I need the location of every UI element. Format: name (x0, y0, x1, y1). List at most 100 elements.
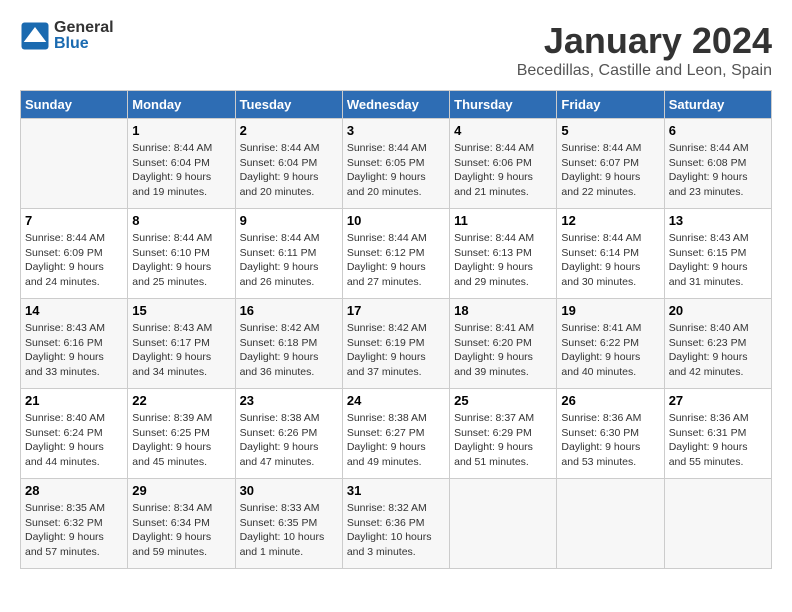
day-number: 15 (132, 303, 230, 318)
logo-blue: Blue (54, 35, 89, 52)
calendar-cell: 14 Sunrise: 8:43 AMSunset: 6:16 PMDayligh… (21, 299, 128, 389)
day-number: 31 (347, 483, 445, 498)
day-info: Sunrise: 8:44 AMSunset: 6:09 PMDaylight:… (25, 231, 123, 290)
day-info: Sunrise: 8:44 AMSunset: 6:12 PMDaylight:… (347, 231, 445, 290)
calendar-cell: 9 Sunrise: 8:44 AMSunset: 6:11 PMDaylight… (235, 209, 342, 299)
calendar-cell: 17Sunrise: 8:42 AMSunset: 6:19 PMDayligh… (342, 299, 449, 389)
calendar-cell: 3Sunrise: 8:44 AMSunset: 6:05 PMDaylight… (342, 119, 449, 209)
day-info: Sunrise: 8:40 AMSunset: 6:24 PMDaylight:… (25, 411, 123, 470)
day-info: Sunrise: 8:41 AMSunset: 6:22 PMDaylight:… (561, 321, 659, 380)
calendar-week-row: 1Sunrise: 8:44 AMSunset: 6:04 PMDaylight… (21, 119, 772, 209)
day-info: Sunrise: 8:38 AMSunset: 6:26 PMDaylight:… (240, 411, 338, 470)
day-number: 16 (240, 303, 338, 318)
calendar-week-row: 7Sunrise: 8:44 AMSunset: 6:09 PMDaylight… (21, 209, 772, 299)
day-number: 4 (454, 123, 552, 138)
header-tuesday: Tuesday (235, 91, 342, 119)
calendar-cell: 1Sunrise: 8:44 AMSunset: 6:04 PMDaylight… (128, 119, 235, 209)
calendar-cell (557, 479, 664, 569)
day-number: 30 (240, 483, 338, 498)
day-info: Sunrise: 8:44 AMSunset: 6:06 PMDaylight:… (454, 141, 552, 200)
calendar-cell: 12Sunrise: 8:44 AMSunset: 6:14 PMDayligh… (557, 209, 664, 299)
calendar-cell: 30 Sunrise: 8:33 AMSunset: 6:35 PMDayligh… (235, 479, 342, 569)
day-info: Sunrise: 8:43 AMSunset: 6:17 PMDaylight:… (132, 321, 230, 380)
calendar-cell: 6 Sunrise: 8:44 AMSunset: 6:08 PMDaylight… (664, 119, 771, 209)
day-info: Sunrise: 8:35 AMSunset: 6:32 PMDaylight:… (25, 501, 123, 560)
day-number: 2 (240, 123, 338, 138)
day-number: 28 (25, 483, 123, 498)
calendar-cell: 15 Sunrise: 8:43 AMSunset: 6:17 PMDayligh… (128, 299, 235, 389)
day-info: Sunrise: 8:40 AMSunset: 6:23 PMDaylight:… (669, 321, 767, 380)
calendar-table: Sunday Monday Tuesday Wednesday Thursday… (20, 90, 772, 569)
day-number: 11 (454, 213, 552, 228)
day-info: Sunrise: 8:43 AMSunset: 6:15 PMDaylight:… (669, 231, 767, 290)
day-number: 19 (561, 303, 659, 318)
day-number: 12 (561, 213, 659, 228)
day-info: Sunrise: 8:39 AMSunset: 6:25 PMDaylight:… (132, 411, 230, 470)
calendar-cell: 27Sunrise: 8:36 AMSunset: 6:31 PMDayligh… (664, 389, 771, 479)
calendar-cell: 25 Sunrise: 8:37 AMSunset: 6:29 PMDayligh… (450, 389, 557, 479)
day-number: 27 (669, 393, 767, 408)
calendar-cell: 10 Sunrise: 8:44 AMSunset: 6:12 PMDayligh… (342, 209, 449, 299)
calendar-cell: 29Sunrise: 8:34 AMSunset: 6:34 PMDayligh… (128, 479, 235, 569)
calendar-cell: 19 Sunrise: 8:41 AMSunset: 6:22 PMDayligh… (557, 299, 664, 389)
logo-icon (20, 21, 50, 51)
calendar-cell: 21 Sunrise: 8:40 AMSunset: 6:24 PMDayligh… (21, 389, 128, 479)
weekday-header-row: Sunday Monday Tuesday Wednesday Thursday… (21, 91, 772, 119)
calendar-cell: 16Sunrise: 8:42 AMSunset: 6:18 PMDayligh… (235, 299, 342, 389)
calendar-cell (21, 119, 128, 209)
day-number: 5 (561, 123, 659, 138)
logo: General Blue (20, 20, 114, 52)
day-number: 13 (669, 213, 767, 228)
header-saturday: Saturday (664, 91, 771, 119)
title-area: January 2024 Becedillas, Castille and Le… (517, 20, 772, 80)
calendar-cell (450, 479, 557, 569)
calendar-cell: 28 Sunrise: 8:35 AMSunset: 6:32 PMDayligh… (21, 479, 128, 569)
calendar-week-row: 28 Sunrise: 8:35 AMSunset: 6:32 PMDayligh… (21, 479, 772, 569)
day-number: 6 (669, 123, 767, 138)
header-sunday: Sunday (21, 91, 128, 119)
day-info: Sunrise: 8:44 AMSunset: 6:04 PMDaylight:… (240, 141, 338, 200)
calendar-cell: 22 Sunrise: 8:39 AMSunset: 6:25 PMDayligh… (128, 389, 235, 479)
day-info: Sunrise: 8:42 AMSunset: 6:19 PMDaylight:… (347, 321, 445, 380)
day-info: Sunrise: 8:44 AMSunset: 6:07 PMDaylight:… (561, 141, 659, 200)
calendar-cell: 13 Sunrise: 8:43 AMSunset: 6:15 PMDayligh… (664, 209, 771, 299)
day-number: 25 (454, 393, 552, 408)
calendar-cell: 5 Sunrise: 8:44 AMSunset: 6:07 PMDaylight… (557, 119, 664, 209)
day-number: 29 (132, 483, 230, 498)
header-friday: Friday (557, 91, 664, 119)
calendar-cell: 24Sunrise: 8:38 AMSunset: 6:27 PMDayligh… (342, 389, 449, 479)
calendar-cell: 7Sunrise: 8:44 AMSunset: 6:09 PMDaylight… (21, 209, 128, 299)
calendar-cell: 20Sunrise: 8:40 AMSunset: 6:23 PMDayligh… (664, 299, 771, 389)
calendar-week-row: 14 Sunrise: 8:43 AMSunset: 6:16 PMDayligh… (21, 299, 772, 389)
day-info: Sunrise: 8:43 AMSunset: 6:16 PMDaylight:… (25, 321, 123, 380)
day-info: Sunrise: 8:44 AMSunset: 6:08 PMDaylight:… (669, 141, 767, 200)
day-number: 9 (240, 213, 338, 228)
day-number: 14 (25, 303, 123, 318)
day-info: Sunrise: 8:44 AMSunset: 6:05 PMDaylight:… (347, 141, 445, 200)
day-number: 22 (132, 393, 230, 408)
calendar-cell: 2 Sunrise: 8:44 AMSunset: 6:04 PMDaylight… (235, 119, 342, 209)
day-number: 8 (132, 213, 230, 228)
day-number: 18 (454, 303, 552, 318)
month-title: January 2024 (517, 20, 772, 62)
header-wednesday: Wednesday (342, 91, 449, 119)
calendar-cell: 4 Sunrise: 8:44 AMSunset: 6:06 PMDaylight… (450, 119, 557, 209)
header-thursday: Thursday (450, 91, 557, 119)
calendar-cell: 26Sunrise: 8:36 AMSunset: 6:30 PMDayligh… (557, 389, 664, 479)
day-number: 21 (25, 393, 123, 408)
day-info: Sunrise: 8:33 AMSunset: 6:35 PMDaylight:… (240, 501, 338, 560)
day-info: Sunrise: 8:38 AMSunset: 6:27 PMDaylight:… (347, 411, 445, 470)
day-info: Sunrise: 8:36 AMSunset: 6:30 PMDaylight:… (561, 411, 659, 470)
calendar-cell: 23Sunrise: 8:38 AMSunset: 6:26 PMDayligh… (235, 389, 342, 479)
calendar-cell: 11Sunrise: 8:44 AMSunset: 6:13 PMDayligh… (450, 209, 557, 299)
calendar-cell: 18Sunrise: 8:41 AMSunset: 6:20 PMDayligh… (450, 299, 557, 389)
calendar-cell (664, 479, 771, 569)
calendar-week-row: 21 Sunrise: 8:40 AMSunset: 6:24 PMDayligh… (21, 389, 772, 479)
day-info: Sunrise: 8:32 AMSunset: 6:36 PMDaylight:… (347, 501, 445, 560)
day-info: Sunrise: 8:44 AMSunset: 6:11 PMDaylight:… (240, 231, 338, 290)
calendar-cell: 31 Sunrise: 8:32 AMSunset: 6:36 PMDayligh… (342, 479, 449, 569)
day-info: Sunrise: 8:44 AMSunset: 6:10 PMDaylight:… (132, 231, 230, 290)
day-number: 10 (347, 213, 445, 228)
header-monday: Monday (128, 91, 235, 119)
day-info: Sunrise: 8:37 AMSunset: 6:29 PMDaylight:… (454, 411, 552, 470)
